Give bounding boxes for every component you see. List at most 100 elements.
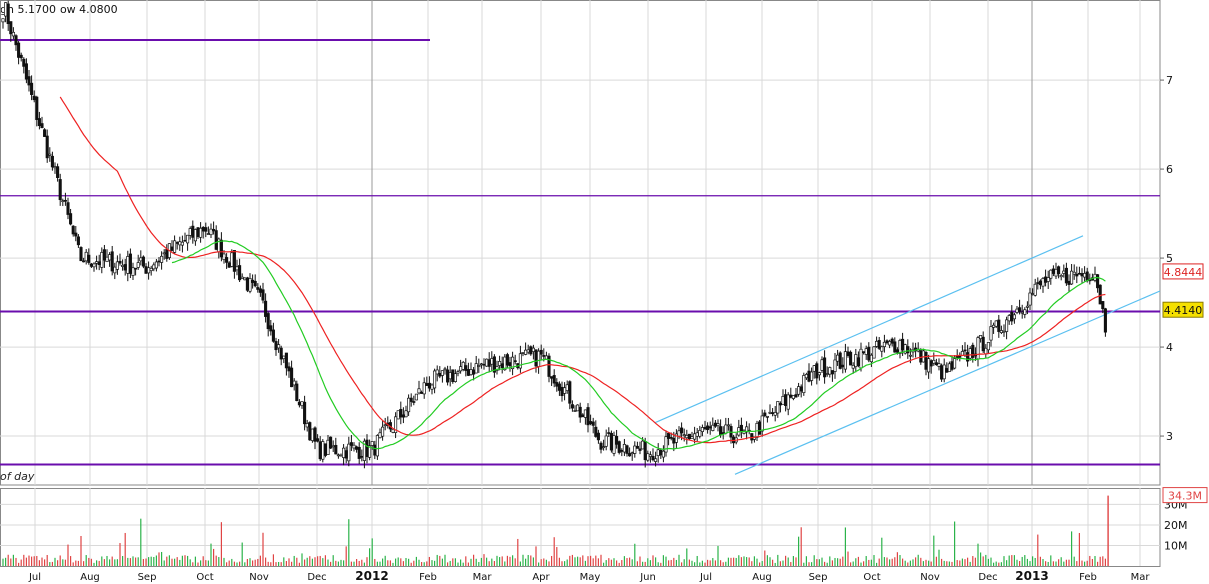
volume-bar: [852, 561, 854, 566]
candle-body: [144, 266, 148, 274]
volume-bar: [912, 559, 914, 566]
volume-bar: [1065, 559, 1067, 566]
volume-bar: [262, 532, 264, 566]
candle-body: [477, 365, 481, 367]
candle-body: [934, 362, 938, 366]
volume-bar: [483, 554, 485, 566]
volume-bar: [990, 557, 992, 566]
candle-body: [563, 387, 567, 394]
volume-bar: [415, 556, 417, 566]
candle-body: [474, 363, 478, 374]
candle-body: [898, 340, 902, 354]
volume-bar: [795, 557, 797, 566]
candle-body: [750, 433, 754, 441]
volume-bar: [894, 557, 896, 566]
candle-body: [765, 415, 769, 418]
volume-bar: [213, 548, 215, 566]
volume-bar: [1055, 561, 1057, 566]
candle-body: [89, 263, 93, 267]
volume-bar: [662, 555, 664, 566]
candle-body: [500, 363, 504, 368]
volume-bar: [93, 562, 95, 566]
volume-bar: [946, 561, 948, 566]
price-tick-label: 6: [1166, 163, 1173, 176]
volume-bar: [444, 554, 446, 566]
volume-bar: [834, 557, 836, 566]
volume-bar: [860, 562, 862, 566]
volume-bar: [519, 561, 521, 566]
volume-bar: [106, 555, 108, 566]
candle-body: [173, 240, 177, 253]
candle-body: [1070, 270, 1074, 285]
candle-body: [472, 369, 476, 375]
candle-body: [812, 365, 816, 372]
candle-body: [326, 439, 330, 455]
x-tick-label: Jun: [639, 572, 656, 583]
candle-body: [869, 354, 873, 363]
candle-body: [1028, 292, 1032, 306]
volume-bar: [283, 557, 285, 566]
volume-bar: [636, 561, 638, 566]
volume-bar: [727, 557, 729, 566]
candle-body: [739, 424, 743, 432]
candle-body: [1096, 274, 1100, 289]
volume-bar: [311, 558, 313, 566]
volume-bar: [816, 559, 818, 566]
candle-body: [128, 253, 132, 274]
candle-body: [908, 354, 912, 357]
volume-bar: [548, 561, 550, 566]
volume-bar: [746, 557, 748, 566]
volume-bar: [678, 554, 680, 566]
candle-body: [596, 432, 600, 441]
volume-bar: [1034, 557, 1036, 566]
volume-bar: [930, 561, 932, 566]
candle-body: [71, 225, 75, 235]
candle-body: [165, 249, 169, 259]
volume-bar: [512, 555, 514, 566]
volume-bar: [220, 522, 222, 566]
volume-bar: [803, 562, 805, 566]
candle-body: [836, 354, 840, 362]
volume-bar: [805, 556, 807, 566]
volume-bar: [319, 555, 321, 566]
candle-body: [724, 424, 728, 434]
candle-body: [708, 426, 712, 429]
volume-bar: [116, 559, 118, 566]
candle-body: [14, 35, 18, 46]
volume-bar: [551, 555, 553, 566]
volume-bar: [5, 557, 7, 566]
volume-bar: [51, 561, 53, 566]
volume-bar: [600, 554, 602, 566]
volume-bar: [792, 556, 794, 566]
candle-body: [357, 447, 361, 459]
candle-body: [284, 352, 288, 369]
candle-body: [849, 351, 853, 366]
volume-bar: [574, 557, 576, 566]
volume-bar: [673, 557, 675, 566]
volume-bar: [387, 560, 389, 566]
candle-body: [459, 366, 463, 372]
volume-bar: [712, 558, 714, 566]
volume-bar: [777, 554, 779, 566]
volume-bar: [122, 556, 124, 566]
candle-body: [929, 360, 933, 367]
candle-body: [277, 344, 281, 349]
volume-bar: [688, 559, 690, 566]
candle-body: [1010, 311, 1014, 322]
volume-bar: [1084, 561, 1086, 566]
candle-body: [126, 256, 130, 274]
candle-body: [583, 409, 587, 418]
candle-body: [35, 96, 39, 120]
volume-bar: [909, 560, 911, 566]
volume-bar: [340, 559, 342, 566]
volume-bar: [977, 543, 979, 566]
volume-bar: [899, 555, 901, 566]
candle-body: [859, 348, 863, 369]
volume-bar: [618, 562, 620, 566]
volume-bar: [613, 558, 615, 566]
candle-body: [830, 370, 834, 375]
volume-bar: [181, 555, 183, 566]
volume-bar: [239, 561, 241, 566]
volume-bar: [296, 557, 298, 566]
volume-bar: [293, 555, 295, 566]
